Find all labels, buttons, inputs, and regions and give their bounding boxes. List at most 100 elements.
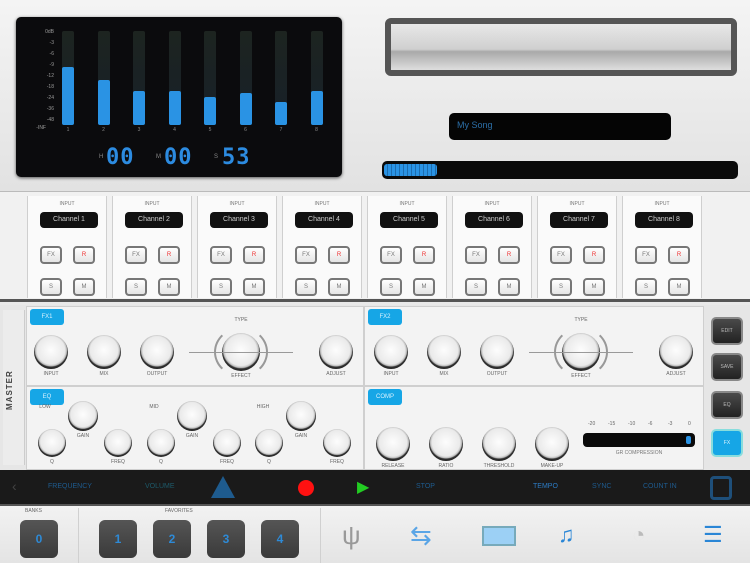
eq-freq-knob[interactable] <box>104 429 132 457</box>
fx-input-knob[interactable] <box>374 335 408 369</box>
play-button[interactable]: ▶ <box>357 477 369 497</box>
eq-low-gain-knob[interactable] <box>68 401 98 431</box>
record-arm-button[interactable]: R <box>668 246 690 264</box>
fx2-tag[interactable]: FX2 <box>368 309 402 325</box>
solo-button[interactable]: S <box>295 278 317 296</box>
fx-mix-knob[interactable] <box>427 335 461 369</box>
comp-threshold-knob[interactable] <box>482 427 516 461</box>
fx-button[interactable]: FX <box>380 246 402 264</box>
eq-freq-knob[interactable] <box>213 429 241 457</box>
volume-button[interactable]: VOLUME <box>145 483 175 490</box>
solo-button[interactable]: S <box>550 278 572 296</box>
eq-button[interactable]: EQ <box>711 391 743 419</box>
favorite-1-button[interactable]: 1 <box>99 520 137 558</box>
mute-button[interactable]: M <box>158 278 180 296</box>
eq-high-gain-knob[interactable] <box>286 401 316 431</box>
favorite-2-button[interactable]: 2 <box>153 520 191 558</box>
comp-release-knob[interactable] <box>376 427 410 461</box>
back-arrow-icon[interactable]: ‹ <box>12 478 17 494</box>
eq-mid-gain-knob[interactable] <box>177 401 207 431</box>
solo-button[interactable]: S <box>635 278 657 296</box>
handle-bar[interactable] <box>385 18 737 76</box>
bank-button[interactable]: 0 <box>20 520 58 558</box>
fx-button[interactable]: FX <box>550 246 572 264</box>
compression-scale-tick: -3 <box>668 421 673 427</box>
solo-button[interactable]: S <box>210 278 232 296</box>
mute-button[interactable]: M <box>413 278 435 296</box>
record-arm-button[interactable]: R <box>498 246 520 264</box>
favorite-4-button[interactable]: 4 <box>261 520 299 558</box>
fx-output-knob[interactable] <box>140 335 174 369</box>
comp-tag[interactable]: COMP <box>368 389 402 405</box>
loop-icon[interactable]: ⇆ <box>410 522 432 548</box>
eq-q-knob[interactable] <box>38 429 66 457</box>
divider <box>320 508 321 563</box>
channel-name[interactable]: Channel 4 <box>295 212 353 228</box>
count-in-button[interactable]: COUNT IN <box>643 483 677 490</box>
channel-name[interactable]: Channel 8 <box>635 212 693 228</box>
fx-button[interactable]: FX <box>210 246 232 264</box>
record-arm-button[interactable]: R <box>328 246 350 264</box>
fx-mix-knob[interactable] <box>87 335 121 369</box>
eq-q-knob[interactable] <box>147 429 175 457</box>
mixer-icon[interactable] <box>482 526 516 546</box>
minutes-readout: 00 <box>164 145 193 170</box>
eq-freq-knob[interactable] <box>323 429 351 457</box>
fx-button[interactable]: FX <box>295 246 317 264</box>
bottom-toolbar: BANKS 0 FAVORITES 1 2 3 4 ψ ⇆ ♫ ◔ ☰ <box>0 506 750 563</box>
solo-button[interactable]: S <box>125 278 147 296</box>
mute-button[interactable]: M <box>243 278 265 296</box>
record-arm-button[interactable]: R <box>243 246 265 264</box>
sync-button[interactable]: SYNC <box>592 483 611 490</box>
mute-button[interactable]: M <box>73 278 95 296</box>
channel-name[interactable]: Channel 7 <box>550 212 608 228</box>
eq-q-knob[interactable] <box>255 429 283 457</box>
fx-button[interactable]: FX <box>125 246 147 264</box>
eq-mid-gain-label: GAIN <box>185 433 199 439</box>
tempo-button[interactable]: TEMPO <box>533 483 558 490</box>
mute-button[interactable]: M <box>498 278 520 296</box>
fx1-tag[interactable]: FX1 <box>30 309 64 325</box>
stop-button[interactable]: STOP <box>416 483 435 490</box>
meter-bar-fill <box>62 66 74 125</box>
frequency-button[interactable]: FREQUENCY <box>48 483 92 490</box>
adjust-knob[interactable] <box>319 335 353 369</box>
solo-button[interactable]: S <box>380 278 402 296</box>
record-arm-button[interactable]: R <box>158 246 180 264</box>
mute-button[interactable]: M <box>328 278 350 296</box>
fx-button[interactable]: FX <box>465 246 487 264</box>
music-note-icon[interactable]: ♫ <box>558 524 575 546</box>
metronome-icon[interactable] <box>211 476 235 498</box>
tuner-fork-icon[interactable]: ψ <box>342 522 361 548</box>
solo-button[interactable]: S <box>40 278 62 296</box>
solo-button[interactable]: S <box>465 278 487 296</box>
mute-button[interactable]: M <box>668 278 690 296</box>
menu-icon[interactable]: ☰ <box>703 524 723 546</box>
speaker-icon[interactable] <box>710 476 732 500</box>
record-arm-button[interactable]: R <box>413 246 435 264</box>
eq-tag[interactable]: EQ <box>30 389 64 405</box>
metronome-settings-icon[interactable]: ◔ <box>632 524 645 546</box>
save-button[interactable]: SAVE <box>711 353 743 381</box>
fx-button[interactable]: FX <box>40 246 62 264</box>
favorite-3-button[interactable]: 3 <box>207 520 245 558</box>
fx-input-knob[interactable] <box>34 335 68 369</box>
edit-button[interactable]: EDIT <box>711 317 743 345</box>
comp-make-up-knob[interactable] <box>535 427 569 461</box>
record-arm-button[interactable]: R <box>73 246 95 264</box>
record-button[interactable] <box>298 480 314 496</box>
channel-name[interactable]: Channel 2 <box>125 212 183 228</box>
channel-name[interactable]: Channel 1 <box>40 212 98 228</box>
channel-name[interactable]: Channel 3 <box>210 212 268 228</box>
mute-button[interactable]: M <box>583 278 605 296</box>
record-arm-button[interactable]: R <box>583 246 605 264</box>
comp-ratio-knob[interactable] <box>429 427 463 461</box>
song-name-field[interactable]: My Song <box>449 113 671 140</box>
fx-output-knob[interactable] <box>480 335 514 369</box>
fx-button[interactable]: FX <box>711 429 743 457</box>
song-progress-bar[interactable] <box>382 161 738 179</box>
channel-name[interactable]: Channel 6 <box>465 212 523 228</box>
adjust-knob[interactable] <box>659 335 693 369</box>
channel-name[interactable]: Channel 5 <box>380 212 438 228</box>
fx-button[interactable]: FX <box>635 246 657 264</box>
